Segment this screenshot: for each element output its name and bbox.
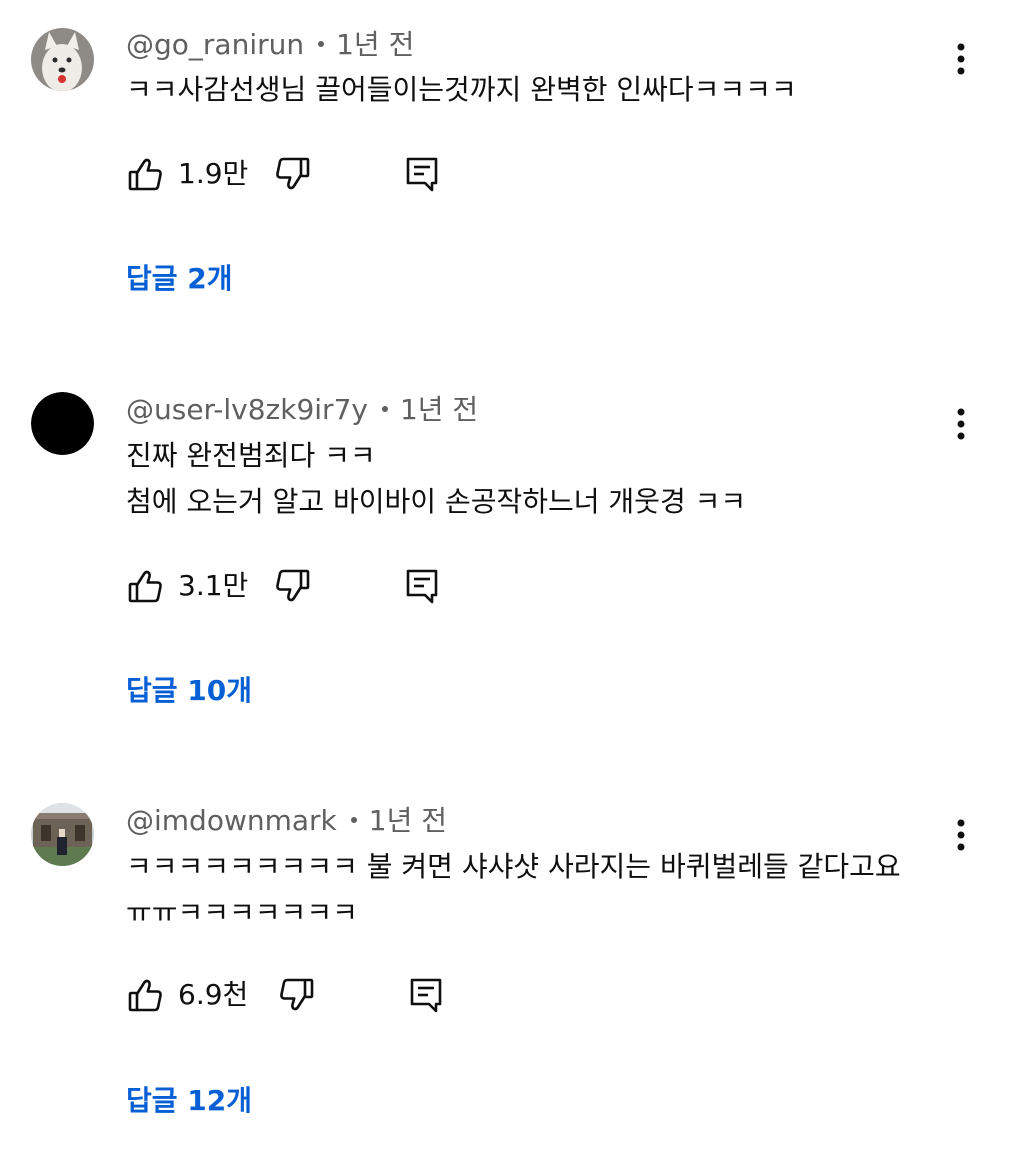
like-count: 1.9만 bbox=[178, 157, 249, 190]
more-vertical-icon[interactable] bbox=[944, 813, 978, 857]
comment-header: @go_ranirun 1년 전 bbox=[126, 31, 414, 59]
thumbs-up-icon[interactable] bbox=[126, 566, 166, 606]
avatar[interactable] bbox=[31, 803, 94, 866]
avatar[interactable] bbox=[31, 28, 94, 91]
replies-button[interactable]: 답글 2개 bbox=[126, 262, 233, 296]
separator-dot bbox=[350, 817, 357, 823]
comment-line: ㅠㅠㅋㅋㅋㅋㅋㅋㅋ bbox=[126, 896, 358, 929]
comment-line: 진짜 완전범죄다 ㅋㅋ bbox=[126, 439, 376, 472]
thumbs-up-icon[interactable] bbox=[126, 975, 166, 1015]
comment-line: ㅋㅋ사감선생님 끌어들이는것까지 완벽한 인싸다ㅋㅋㅋㅋ bbox=[126, 73, 797, 106]
thumbs-up-icon[interactable] bbox=[126, 154, 166, 194]
avatar[interactable] bbox=[31, 392, 94, 455]
comment-text: 진짜 완전범죄다 ㅋㅋ 첨에 오는거 알고 바이바이 손공작하느너 개웃경 ㅋㅋ bbox=[126, 433, 746, 525]
comment-time: 1년 전 bbox=[368, 804, 448, 837]
comment-actions: 6.9천 bbox=[126, 975, 466, 1015]
comment-line: ㅋㅋㅋㅋㅋㅋㅋㅋㅋ 불 켜면 샤샤샷 사라지는 바퀴벌레들 같다고요 bbox=[126, 850, 901, 883]
comment-text: ㅋㅋ사감선생님 끌어들이는것까지 완벽한 인싸다ㅋㅋㅋㅋ bbox=[126, 67, 797, 113]
comment-reply-icon[interactable] bbox=[402, 566, 442, 606]
comment-text: ㅋㅋㅋㅋㅋㅋㅋㅋㅋ 불 켜면 샤샤샷 사라지는 바퀴벌레들 같다고요 ㅠㅠㅋㅋㅋ… bbox=[126, 844, 901, 936]
like-count: 3.1만 bbox=[178, 569, 249, 602]
comment-header: @user-lv8zk9ir7y 1년 전 bbox=[126, 396, 478, 424]
replies-button[interactable]: 답글 12개 bbox=[126, 1084, 252, 1118]
author-name[interactable]: @go_ranirun bbox=[126, 28, 304, 61]
thumbs-down-icon[interactable] bbox=[272, 566, 312, 606]
like-count: 6.9천 bbox=[178, 978, 249, 1011]
thumbs-down-icon[interactable] bbox=[272, 154, 312, 194]
more-vertical-icon[interactable] bbox=[944, 402, 978, 446]
comment-line: 첨에 오는거 알고 바이바이 손공작하느너 개웃경 ㅋㅋ bbox=[126, 485, 747, 518]
comment-reply-icon[interactable] bbox=[402, 154, 442, 194]
separator-dot bbox=[381, 406, 388, 412]
comment-actions: 1.9만 bbox=[126, 154, 466, 194]
comment-time: 1년 전 bbox=[399, 393, 479, 426]
comment-time: 1년 전 bbox=[336, 28, 415, 61]
separator-dot bbox=[318, 41, 325, 47]
more-vertical-icon[interactable] bbox=[944, 37, 978, 81]
comment-actions: 3.1만 bbox=[126, 566, 466, 606]
author-name[interactable]: @user-lv8zk9ir7y bbox=[126, 393, 368, 426]
comment-reply-icon[interactable] bbox=[406, 975, 446, 1015]
thumbs-down-icon[interactable] bbox=[276, 975, 316, 1015]
author-name[interactable]: @imdownmark bbox=[126, 804, 337, 837]
comment-header: @imdownmark 1년 전 bbox=[126, 807, 447, 835]
replies-button[interactable]: 답글 10개 bbox=[126, 674, 252, 708]
